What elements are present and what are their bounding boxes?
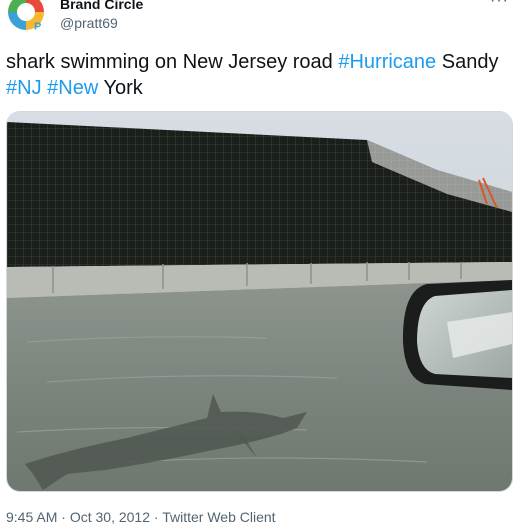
meta-separator: ·: [61, 509, 66, 525]
tweet-time[interactable]: 9:45 AM: [6, 509, 57, 525]
tweet-date[interactable]: Oct 30, 2012: [70, 509, 150, 525]
author-name[interactable]: Brand Circle: [60, 0, 143, 13]
tweet-text: shark swimming on New Jersey road #Hurri…: [6, 49, 514, 101]
tweet-meta: 9:45 AM · Oct 30, 2012 · Twitter Web Cli…: [6, 509, 276, 526]
brand-circle-logo-icon: P: [7, 0, 45, 32]
tweet-photo[interactable]: [6, 111, 513, 492]
tweet-source: Twitter Web Client: [162, 509, 276, 525]
hashtag-link[interactable]: #Hurricane: [338, 51, 436, 73]
more-dots-icon[interactable]: ···: [490, 0, 509, 10]
hashtag-link[interactable]: #NJ: [6, 77, 42, 99]
tweet-text-segment: shark swimming on New Jersey road: [6, 51, 339, 73]
tweet-text-segment: York: [98, 77, 143, 99]
author-handle[interactable]: @pratt69: [60, 15, 118, 32]
hashtag-link[interactable]: #New: [47, 77, 98, 99]
meta-separator: ·: [153, 509, 159, 525]
tweet-text-segment: Sandy: [436, 51, 499, 73]
shark-flood-photo: [7, 112, 512, 491]
avatar[interactable]: P: [6, 0, 46, 32]
svg-text:P: P: [34, 21, 41, 32]
